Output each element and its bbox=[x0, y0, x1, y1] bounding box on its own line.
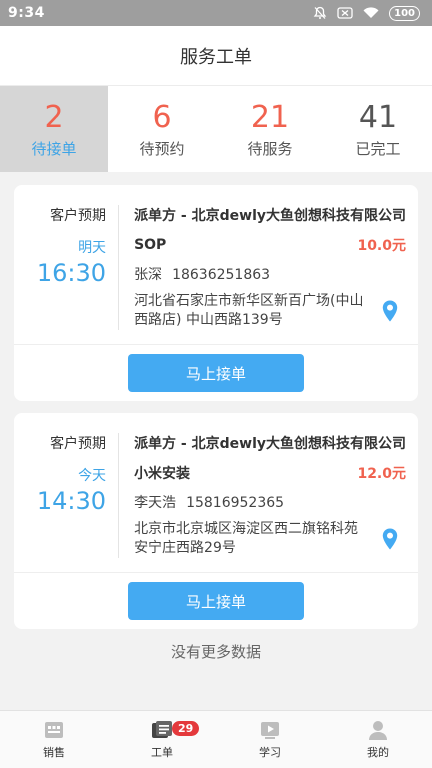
customer-address: 河北省石家庄市新华区新百广场(中山西路店) 中山西路139号 bbox=[134, 293, 364, 328]
tab-count: 2 bbox=[44, 99, 64, 135]
customer-phone[interactable]: 15816952365 bbox=[186, 495, 284, 511]
nav-item-study[interactable]: 学习 bbox=[216, 711, 324, 768]
tab-pending-appointment[interactable]: 6 待预约 bbox=[108, 86, 216, 172]
location-pin-icon[interactable] bbox=[378, 299, 402, 323]
dispatcher: 派单方 - 北京dewly大鱼创想科技有限公司 bbox=[134, 436, 406, 452]
tab-label: 待接单 bbox=[31, 139, 77, 158]
header: 服务工单 bbox=[0, 26, 432, 86]
tab-label: 待预约 bbox=[139, 139, 185, 158]
notifications-off-icon bbox=[313, 6, 327, 19]
workorder-count-badge: 29 bbox=[172, 721, 200, 736]
price: 12.0元 bbox=[357, 466, 406, 482]
accept-order-button[interactable]: 马上接单 bbox=[128, 354, 304, 392]
expected-day: 今天 bbox=[78, 468, 107, 484]
customer-name: 张深 bbox=[134, 267, 163, 283]
tab-label: 已完工 bbox=[355, 139, 401, 158]
order-details: 派单方 - 北京dewly大鱼创想科技有限公司 SOP 10.0元 张深 1863… bbox=[119, 205, 418, 330]
service-name: SOP bbox=[134, 237, 167, 253]
expected-time-block: 客户预期 明天 16:30 bbox=[14, 205, 120, 330]
tab-pending-accept[interactable]: 2 待接单 bbox=[0, 86, 108, 172]
order-details: 派单方 - 北京dewly大鱼创想科技有限公司 小米安装 12.0元 李天浩 15… bbox=[119, 433, 418, 558]
tab-count: 21 bbox=[250, 99, 290, 135]
expected-day: 明天 bbox=[78, 240, 107, 256]
sim-off-icon bbox=[337, 7, 353, 19]
profile-icon bbox=[369, 721, 387, 740]
dispatcher: 派单方 - 北京dewly大鱼创想科技有限公司 bbox=[134, 208, 406, 224]
customer-name: 李天浩 bbox=[134, 495, 177, 511]
workorder-icon bbox=[152, 721, 172, 738]
status-bar: 9:34 100 bbox=[0, 0, 432, 26]
customer-contact: 张深 18636251863 bbox=[134, 264, 406, 284]
tab-completed[interactable]: 41 已完工 bbox=[324, 86, 432, 172]
no-more-data: 没有更多数据 bbox=[170, 643, 261, 661]
wifi-icon bbox=[363, 7, 379, 19]
tab-label: 待服务 bbox=[247, 139, 293, 158]
expected-time: 16:30 bbox=[36, 259, 107, 287]
customer-phone[interactable]: 18636251863 bbox=[172, 267, 270, 283]
tab-count: 41 bbox=[358, 99, 398, 135]
order-list: 客户预期 明天 16:30 派单方 - 北京dewly大鱼创想科技有限公司 SO… bbox=[0, 172, 432, 662]
expected-label: 客户预期 bbox=[50, 208, 107, 224]
location-pin-icon[interactable] bbox=[378, 527, 402, 551]
nav-label: 销售 bbox=[43, 746, 65, 759]
order-card[interactable]: 客户预期 明天 16:30 派单方 - 北京dewly大鱼创想科技有限公司 SO… bbox=[14, 185, 418, 401]
nav-label: 学习 bbox=[259, 746, 281, 759]
bottom-nav: 销售 工单 29 学习 我的 bbox=[0, 710, 432, 768]
accept-order-button[interactable]: 马上接单 bbox=[128, 582, 304, 620]
order-card[interactable]: 客户预期 今天 14:30 派单方 - 北京dewly大鱼创想科技有限公司 小米… bbox=[14, 413, 418, 629]
nav-item-sales[interactable]: 销售 bbox=[0, 711, 108, 768]
nav-label: 工单 bbox=[151, 746, 173, 759]
expected-time: 14:30 bbox=[36, 487, 107, 515]
store-icon bbox=[45, 722, 63, 738]
order-status-tabs: 2 待接单 6 待预约 21 待服务 41 已完工 bbox=[0, 86, 432, 172]
nav-item-workorder[interactable]: 工单 29 bbox=[108, 711, 216, 768]
price: 10.0元 bbox=[357, 238, 406, 254]
customer-address: 北京市北京城区海淀区西二旗铭科苑 安宁庄西路29号 bbox=[134, 521, 359, 556]
page-title: 服务工单 bbox=[180, 46, 252, 68]
nav-item-profile[interactable]: 我的 bbox=[324, 711, 432, 768]
status-time: 9:34 bbox=[8, 5, 45, 21]
tab-count: 6 bbox=[152, 99, 172, 135]
study-icon bbox=[261, 722, 279, 739]
expected-time-block: 客户预期 今天 14:30 bbox=[14, 433, 120, 558]
expected-label: 客户预期 bbox=[50, 436, 107, 452]
service-name: 小米安装 bbox=[134, 466, 191, 482]
nav-label: 我的 bbox=[367, 746, 389, 759]
tab-pending-service[interactable]: 21 待服务 bbox=[216, 86, 324, 172]
customer-contact: 李天浩 15816952365 bbox=[134, 492, 406, 512]
battery-icon: 100 bbox=[389, 5, 420, 21]
